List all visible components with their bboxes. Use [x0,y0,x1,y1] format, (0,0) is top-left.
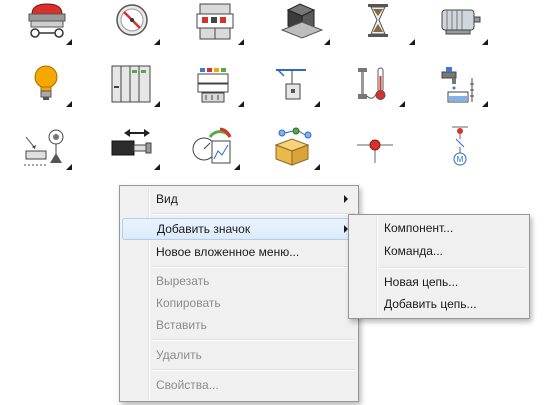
thermometer-icon[interactable] [355,62,405,107]
corner-marker [238,101,244,107]
menu-separator [152,339,355,341]
relay-module-icon[interactable] [194,0,244,45]
corner-marker [314,164,320,170]
submenu-item-new-circuit[interactable]: Новая цепь... [351,271,527,293]
corner-marker [154,101,160,107]
menu-item-label: Копировать [156,296,221,310]
menu-item-copy[interactable]: Копировать [122,292,356,314]
corner-marker [154,39,160,45]
context-menu: Вид Добавить значок Новое вложенное меню… [119,185,359,402]
motor-node-icon[interactable]: M [438,125,488,170]
menu-item-label: Новая цепь... [384,275,459,289]
electric-motor-icon[interactable] [438,0,488,45]
corner-marker [66,101,72,107]
corner-marker [234,164,240,170]
corner-marker [482,101,488,107]
icon-palette: M [0,0,547,180]
submenu-item-command[interactable]: Команда... [351,240,527,262]
menu-separator [152,213,355,215]
control-cabinet-icon[interactable] [110,62,160,107]
meter-chart-icon[interactable] [190,125,240,170]
menu-item-label: Вырезать [156,274,210,288]
menu-item-delete[interactable]: Удалить [122,344,356,366]
corner-marker [66,164,72,170]
corner-marker [66,39,72,45]
menu-item-label: Компонент... [384,221,454,235]
submenu-item-add-circuit[interactable]: Добавить цепь... [351,293,527,315]
submenu-item-component[interactable]: Компонент... [351,217,527,239]
terminal-block-icon[interactable] [194,62,244,107]
connection-point-icon[interactable] [355,125,405,170]
menu-separator [380,267,526,269]
water-tap-icon[interactable] [438,62,488,107]
weight-block-icon[interactable] [280,0,330,45]
menu-item-cut[interactable]: Вырезать [122,270,356,292]
corner-marker [314,101,320,107]
corner-marker [154,164,160,170]
menu-item-label: Вставить [156,318,207,332]
menu-item-label: Вид [156,192,178,206]
network-box-icon[interactable] [270,125,320,170]
menu-item-label: Свойства... [156,378,219,392]
menu-item-label: Удалить [156,348,202,362]
svg-text:M: M [457,155,464,164]
menu-item-view[interactable]: Вид [122,188,356,210]
menu-separator [152,369,355,371]
gauge-dial-icon[interactable] [110,0,160,45]
corner-marker [482,39,488,45]
menu-item-paste[interactable]: Вставить [122,314,356,336]
menu-item-new-submenu[interactable]: Новое вложенное меню... [122,241,356,263]
corner-marker [399,101,405,107]
menu-item-label: Добавить значок [157,222,251,236]
menu-item-label: Добавить цепь... [384,297,477,311]
menu-item-properties[interactable]: Свойства... [122,374,356,396]
emergency-button-icon[interactable] [22,0,72,45]
add-icon-submenu: Компонент... Команда... Новая цепь... До… [348,214,530,319]
menu-item-add-icon[interactable]: Добавить значок [122,218,356,240]
linear-actuator-icon[interactable] [110,125,160,170]
menu-separator [152,266,355,268]
corner-marker [238,39,244,45]
light-bulb-icon[interactable] [22,62,72,107]
crane-hoist-icon[interactable] [270,62,320,107]
menu-item-label: Новое вложенное меню... [156,245,300,259]
hourglass-icon[interactable] [365,0,415,45]
antenna-sensor-icon[interactable] [22,125,72,170]
menu-item-label: Команда... [384,244,443,258]
corner-marker [409,39,415,45]
submenu-arrow-icon [344,195,348,203]
corner-marker [324,39,330,45]
